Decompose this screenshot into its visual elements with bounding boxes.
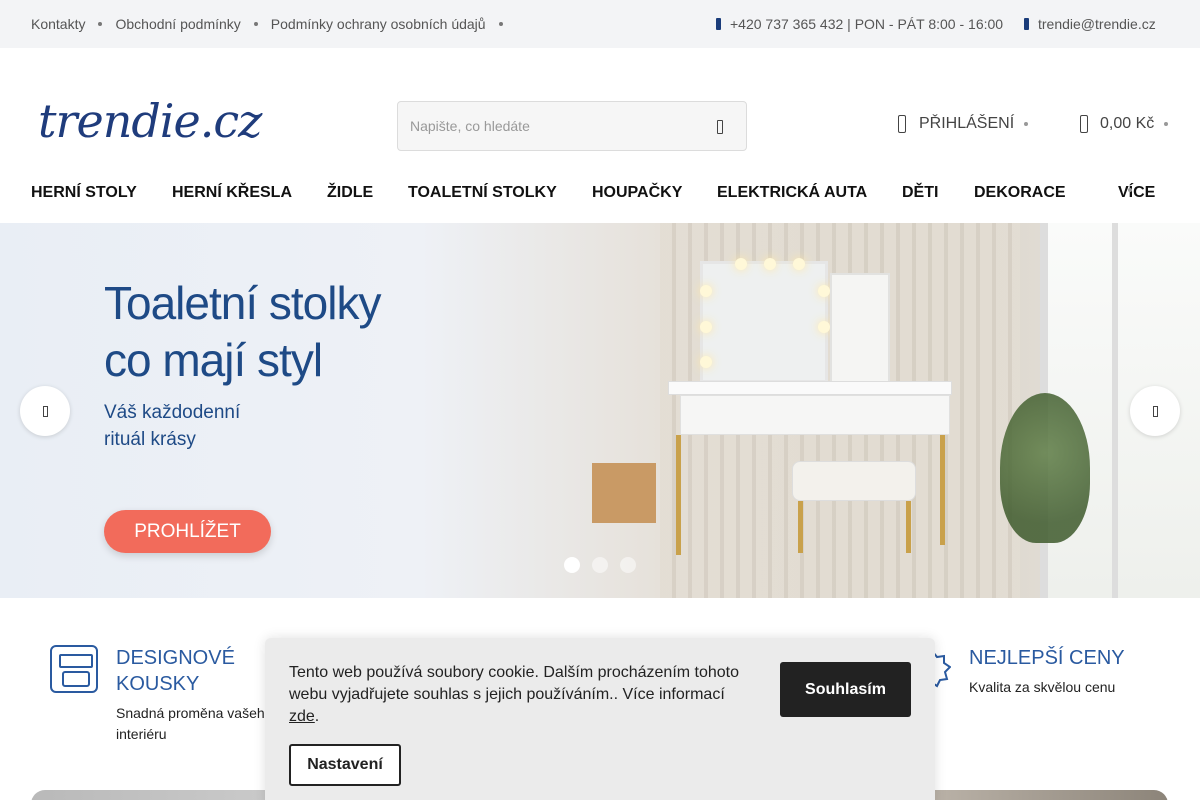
top-links: Kontakty Obchodní podmínky Podmínky ochr…	[31, 16, 516, 32]
slider-dot-3[interactable]	[620, 557, 636, 573]
hero-subtitle-line: Váš každodenní	[104, 402, 241, 423]
cookie-banner: Tento web používá soubory cookie. Dalším…	[265, 638, 935, 800]
mirror-bulb	[700, 321, 712, 333]
top-link-privacy[interactable]: Podmínky ochrany osobních údajů	[271, 16, 486, 32]
hero-title-line: Toaletní stolky	[104, 277, 381, 329]
vanity-drawers	[680, 395, 950, 435]
mail-icon	[1024, 18, 1029, 30]
hero-shelf	[830, 273, 890, 393]
nav-item-dekorace[interactable]: DEKORACE	[974, 184, 1066, 202]
nav-item-deti[interactable]: DĚTI	[902, 184, 938, 202]
slider-next-button[interactable]	[1130, 386, 1180, 436]
cart-button[interactable]: 0,00 Kč	[1080, 115, 1169, 133]
cookie-message: Tento web používá soubory cookie. Dalším…	[289, 664, 740, 703]
furniture-icon	[50, 645, 98, 693]
hero-mirror	[700, 261, 828, 383]
mirror-bulb	[764, 258, 776, 270]
chevron-down-icon	[1164, 122, 1169, 126]
nav-item-elektricka-auta[interactable]: ELEKTRICKÁ AUTA	[717, 184, 867, 202]
feature-text: Kvalita za skvělou cenu	[969, 679, 1116, 695]
hero-title: Toaletní stolky co mají styl	[104, 275, 464, 389]
email-contact[interactable]: trendie@trendie.cz	[1024, 16, 1156, 32]
login-button[interactable]: PŘIHLÁŠENÍ	[898, 115, 1029, 133]
hero-banner: Toaletní stolky co mají styl Váš každode…	[0, 223, 1200, 598]
feature-title: NEJLEPŠÍ CENY	[969, 647, 1125, 669]
mirror-bulb	[700, 285, 712, 297]
nav-item-more[interactable]: VÍCE	[1118, 184, 1155, 202]
chevron-right-icon	[1152, 405, 1158, 417]
top-link-terms[interactable]: Obchodní podmínky	[115, 16, 240, 32]
separator-dot	[253, 22, 258, 26]
cart-icon	[1080, 115, 1088, 133]
hero-nightstand	[592, 463, 656, 523]
phone-contact[interactable]: +420 737 365 432 | PON - PÁT 8:00 - 16:0…	[716, 16, 1003, 32]
slider-dots	[564, 557, 636, 573]
window-frame	[1112, 223, 1118, 598]
hero-plant	[1000, 393, 1090, 543]
mirror-bulb	[818, 285, 830, 297]
slider-dot-1[interactable]	[564, 557, 580, 573]
hero-subtitle-line: rituál krásy	[104, 429, 196, 450]
site-logo[interactable]: trendie.cz	[38, 94, 262, 148]
login-label: PŘIHLÁŠENÍ	[919, 115, 1015, 132]
stool-leg	[906, 501, 911, 553]
search-icon[interactable]	[717, 120, 723, 134]
chevron-down-icon	[1024, 122, 1029, 126]
feature-text-line: interiéru	[116, 726, 167, 742]
browse-button[interactable]: PROHLÍŽET	[104, 510, 271, 553]
vanity-stool	[792, 461, 916, 501]
cookie-agree-button[interactable]: Souhlasím	[780, 662, 911, 717]
separator-dot	[98, 22, 103, 26]
hero-subtitle: Váš každodenní rituál krásy	[104, 399, 304, 453]
main-nav: HERNÍ STOLY HERNÍ KŘESLA ŽIDLE TOALETNÍ …	[0, 180, 1200, 206]
phone-text: +420 737 365 432 | PON - PÁT 8:00 - 16:0…	[730, 16, 1004, 32]
hero-title-line: co mají styl	[104, 334, 323, 386]
chevron-down-icon	[1128, 188, 1132, 192]
nav-item-toaletni-stolky[interactable]: TOALETNÍ STOLKY	[408, 184, 557, 202]
user-icon	[898, 115, 906, 133]
slider-prev-button[interactable]	[20, 386, 70, 436]
search-box	[397, 101, 747, 151]
vanity-desk-top	[668, 381, 952, 395]
separator-dot	[498, 22, 503, 26]
chevron-left-icon	[42, 405, 48, 417]
feature-text-line: Snadná proměna vašeho	[116, 705, 273, 721]
cookie-settings-button[interactable]: Nastavení	[289, 744, 401, 786]
nav-item-zidle[interactable]: ŽIDLE	[327, 184, 373, 202]
nav-item-herni-kresla[interactable]: HERNÍ KŘESLA	[172, 184, 292, 202]
nav-more-label: VÍCE	[1118, 184, 1156, 201]
phone-icon	[716, 18, 721, 30]
search-input[interactable]	[410, 102, 700, 150]
nav-item-houpacky[interactable]: HOUPAČKY	[592, 184, 682, 202]
slider-dot-2[interactable]	[592, 557, 608, 573]
mirror-bulb	[818, 321, 830, 333]
feature-best-prices: NEJLEPŠÍ CENY Kvalita za skvělou cenu	[969, 645, 1169, 698]
mirror-bulb	[700, 356, 712, 368]
cookie-more-link[interactable]: zde	[289, 708, 315, 725]
desk-leg	[940, 435, 945, 545]
mirror-bulb	[793, 258, 805, 270]
mirror-bulb	[735, 258, 747, 270]
desk-leg	[676, 435, 681, 555]
cookie-text: Tento web používá soubory cookie. Dalším…	[289, 662, 759, 728]
cookie-period: .	[314, 708, 320, 725]
top-bar: Kontakty Obchodní podmínky Podmínky ochr…	[0, 0, 1200, 48]
nav-item-herni-stoly[interactable]: HERNÍ STOLY	[31, 184, 137, 202]
email-text: trendie@trendie.cz	[1038, 16, 1156, 32]
cart-total: 0,00 Kč	[1100, 115, 1155, 132]
top-link-kontakty[interactable]: Kontakty	[31, 16, 85, 32]
stool-leg	[798, 501, 803, 553]
